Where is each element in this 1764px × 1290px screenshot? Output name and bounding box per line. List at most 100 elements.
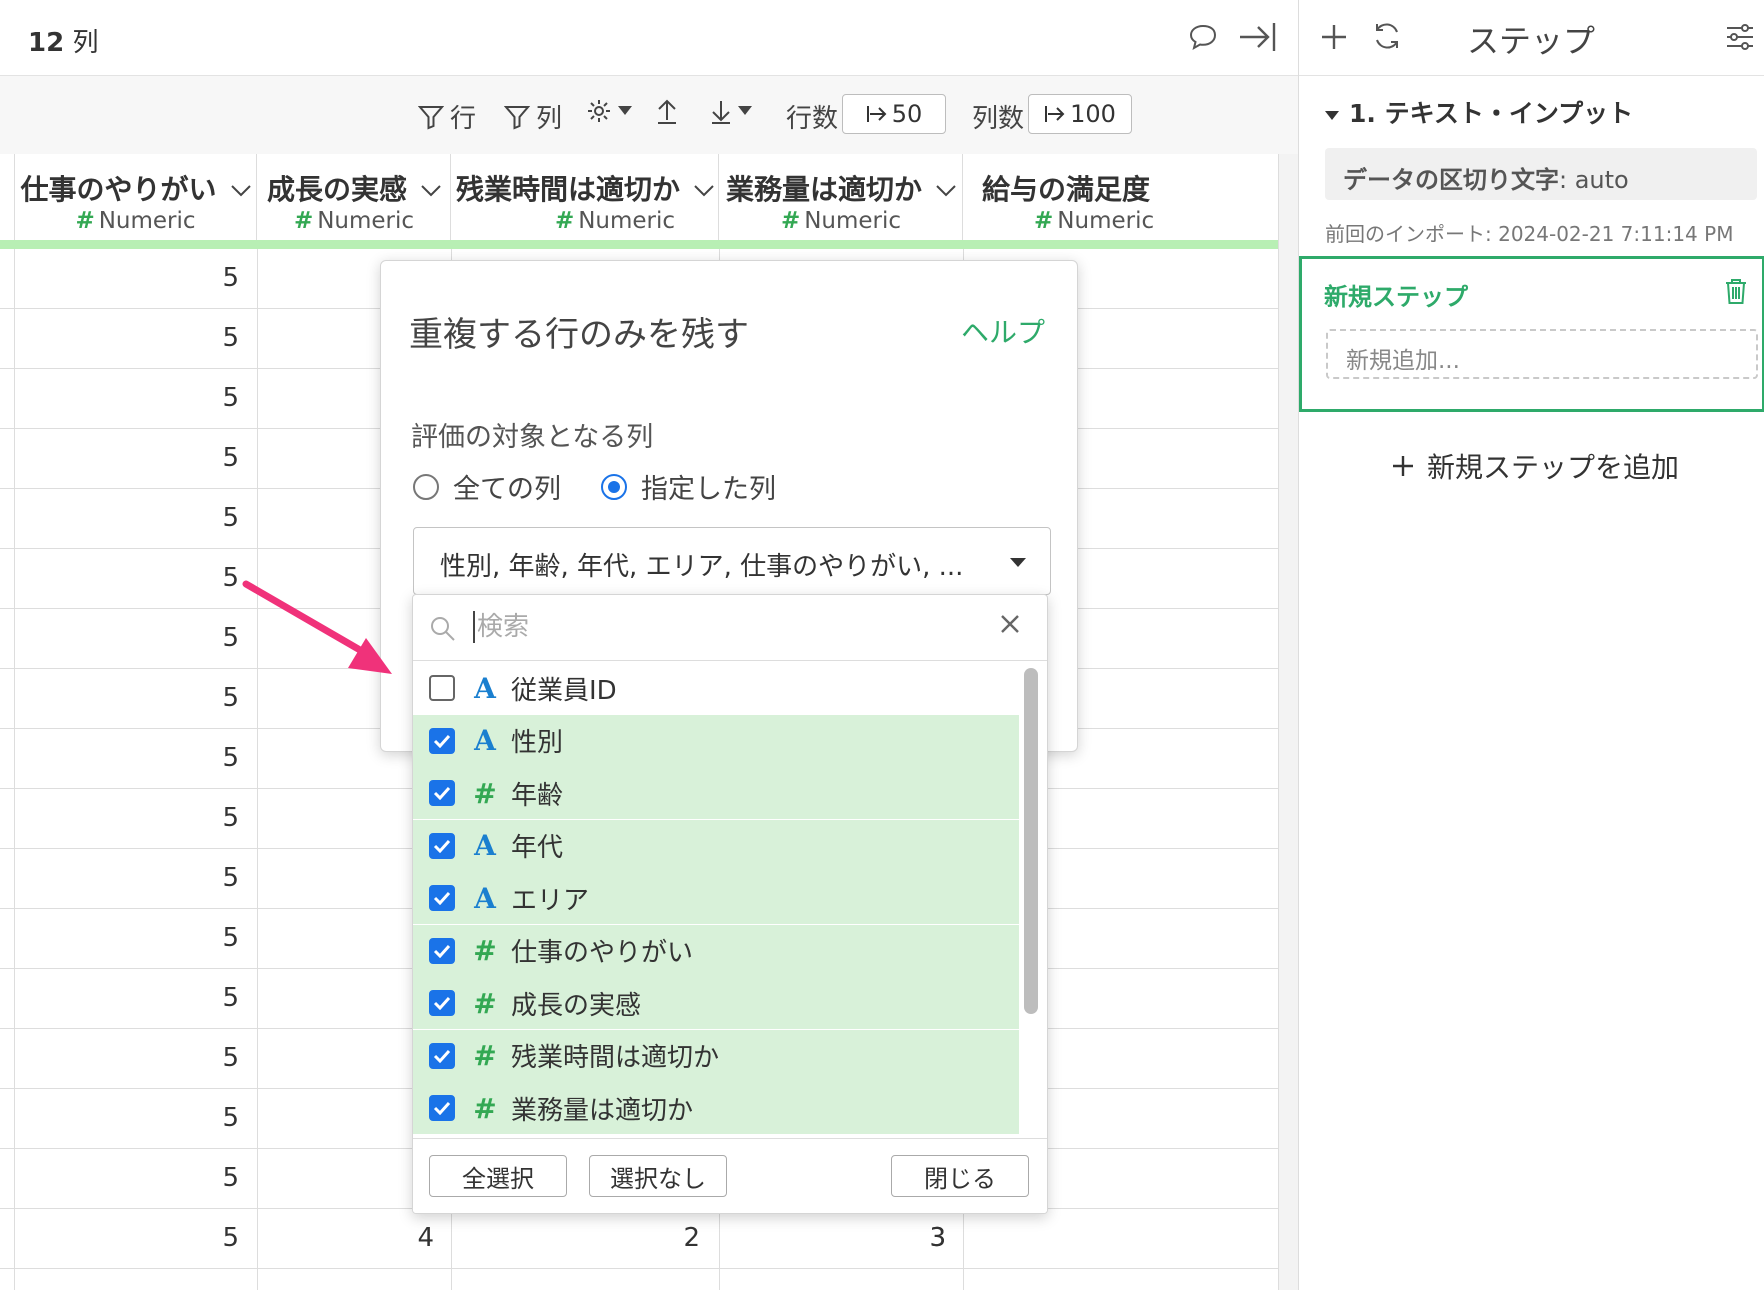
dropdown-scrollbar[interactable] xyxy=(1024,668,1038,1014)
sort-descending-button[interactable] xyxy=(710,98,752,124)
column-option[interactable]: A 性別 xyxy=(413,714,1019,767)
chevron-down-icon[interactable] xyxy=(421,185,441,197)
target-columns-label: 評価の対象となる列 xyxy=(411,422,654,453)
column-option[interactable]: A 従業員ID xyxy=(413,662,1019,714)
column-option[interactable]: A 年代 xyxy=(413,819,1019,872)
column-option[interactable]: A エリア xyxy=(413,872,1019,924)
plus-icon[interactable] xyxy=(1319,22,1349,52)
numeric-type-icon: # xyxy=(293,208,314,234)
select-all-button[interactable]: 全選択 xyxy=(429,1155,567,1197)
column-header[interactable]: 給与の満足度 # Numeric xyxy=(964,154,1278,240)
numeric-type-icon: # xyxy=(473,776,497,810)
grid-cell[interactable]: 5 xyxy=(15,743,239,773)
radio-selected-columns[interactable] xyxy=(601,473,627,500)
grid-cell[interactable]: 5 xyxy=(15,1043,239,1073)
checkbox-checked[interactable] xyxy=(429,1042,455,1069)
column-option-label: 性別 xyxy=(511,728,564,758)
numeric-type-icon: # xyxy=(75,208,95,234)
column-option[interactable]: # 仕事のやりがい xyxy=(413,924,1019,977)
step-section-header[interactable]: 1. テキスト・インプット xyxy=(1325,94,1633,130)
checkbox-unchecked[interactable] xyxy=(429,675,455,701)
grid-cell[interactable]: 5 xyxy=(15,503,239,533)
grid-cell[interactable]: 5 xyxy=(15,383,239,413)
grid-cell[interactable]: 5 xyxy=(15,803,239,833)
grid-scrollbar[interactable] xyxy=(1278,154,1298,1290)
top-bar: 12 列 xyxy=(0,0,1298,76)
sort-ascending-button[interactable] xyxy=(656,98,678,124)
steps-title: ステップ xyxy=(1467,22,1596,60)
checkbox-checked[interactable] xyxy=(429,990,455,1016)
grid-cell[interactable]: 5 xyxy=(15,923,239,953)
settings-sliders-icon[interactable] xyxy=(1725,22,1755,52)
checkbox-checked[interactable] xyxy=(429,727,455,754)
radio-all-columns[interactable] xyxy=(413,473,439,500)
grid-cell[interactable]: 5 xyxy=(15,443,239,473)
refresh-icon[interactable] xyxy=(1371,20,1403,52)
search-icon xyxy=(431,617,455,641)
chevron-down-icon[interactable] xyxy=(230,185,251,197)
caret-down-icon xyxy=(738,106,752,115)
column-option-label: 業務量は適切か xyxy=(511,1095,694,1126)
checkbox-checked[interactable] xyxy=(429,885,455,911)
column-option-label: 成長の実感 xyxy=(511,990,642,1021)
check-icon xyxy=(433,891,451,905)
column-option[interactable]: # 成長の実感 xyxy=(413,977,1019,1029)
grid-toolbar: 行 列 行数 50 列数 100 xyxy=(0,76,1298,154)
column-option-label: 残業時間は適切か xyxy=(511,1043,720,1073)
column-select[interactable]: 性別, 年齢, 年代, エリア, 仕事のやりがい, ... xyxy=(413,527,1051,595)
column-option-label: エリア xyxy=(511,885,590,916)
trash-icon[interactable] xyxy=(1724,277,1748,305)
settings-button[interactable] xyxy=(586,98,632,124)
dropdown-footer: 全選択 選択なし 閉じる xyxy=(413,1138,1047,1213)
grid-cell[interactable]: 5 xyxy=(15,323,239,353)
add-step-button[interactable]: 新規ステップを追加 xyxy=(1391,446,1679,486)
row-filter-button[interactable]: 行 xyxy=(418,98,476,135)
column-option[interactable]: # 年齢 xyxy=(413,767,1019,819)
column-header[interactable]: 仕事のやりがい # Numeric xyxy=(15,154,257,240)
help-link[interactable]: ヘルプ xyxy=(961,311,1045,351)
grid-cell[interactable]: 5 xyxy=(15,683,239,713)
select-none-button[interactable]: 選択なし xyxy=(589,1155,727,1197)
close-button[interactable]: 閉じる xyxy=(891,1155,1029,1197)
column-filter-button[interactable]: 列 xyxy=(504,98,562,135)
grid-cell[interactable]: 4 xyxy=(258,1223,434,1253)
close-icon[interactable] xyxy=(999,613,1021,635)
text-type-icon: A xyxy=(474,829,496,862)
numeric-type-icon: # xyxy=(473,1091,497,1125)
checkbox-checked[interactable] xyxy=(429,832,455,859)
search-input[interactable]: 検索 xyxy=(473,611,529,643)
rows-count-input[interactable]: 50 xyxy=(842,94,946,134)
grid-cell[interactable]: 5 xyxy=(15,1163,239,1193)
chevron-down-icon[interactable] xyxy=(936,185,956,197)
column-header[interactable]: 業務量は適切か # Numeric xyxy=(720,154,963,240)
check-icon xyxy=(433,1101,451,1115)
grid-cell[interactable]: 5 xyxy=(15,863,239,893)
grid-cell[interactable]: 3 xyxy=(720,1223,946,1253)
chevron-down-icon[interactable] xyxy=(694,185,714,197)
column-option-label: 仕事のやりがい xyxy=(511,938,694,968)
column-option[interactable]: # 残業時間は適切か xyxy=(413,1029,1019,1082)
column-select-dropdown: 検索 A 従業員ID A 性別 # 年齢 A 年代 A エリア # 仕事のやりがい # 成長の実感 # 残業時… xyxy=(412,594,1048,1214)
grid-cell[interactable]: 5 xyxy=(15,1223,239,1253)
new-step-input[interactable]: 新規追加... xyxy=(1326,329,1758,379)
grid-cell[interactable]: 5 xyxy=(15,1103,239,1133)
annotation-arrow xyxy=(242,580,392,674)
cols-count-input[interactable]: 100 xyxy=(1028,94,1132,134)
column-header[interactable]: 残業時間は適切か # Numeric xyxy=(452,154,719,240)
grid-cell[interactable]: 5 xyxy=(15,983,239,1013)
checkbox-checked[interactable] xyxy=(429,1095,455,1121)
grid-cell[interactable]: 5 xyxy=(15,263,239,293)
column-option[interactable]: # 業務量は適切か xyxy=(413,1082,1019,1134)
header-quality-bar xyxy=(0,240,1278,249)
delimiter-setting[interactable]: データの区切り文字: auto xyxy=(1325,148,1757,200)
comment-icon[interactable] xyxy=(1188,22,1218,52)
grid-cell[interactable]: 5 xyxy=(15,623,239,653)
grid-cell[interactable]: 5 xyxy=(15,563,239,593)
steps-panel: ステップ 1. テキスト・インプット データの区切り文字: auto 前回のイン… xyxy=(1298,0,1764,1290)
checkbox-checked[interactable] xyxy=(429,780,455,806)
checkbox-checked[interactable] xyxy=(429,937,455,964)
collapse-panel-icon[interactable] xyxy=(1238,20,1278,54)
column-header[interactable]: 成長の実感 # Numeric xyxy=(258,154,451,240)
grid-cell[interactable]: 2 xyxy=(452,1223,700,1253)
column-option-label: 年代 xyxy=(511,833,564,863)
